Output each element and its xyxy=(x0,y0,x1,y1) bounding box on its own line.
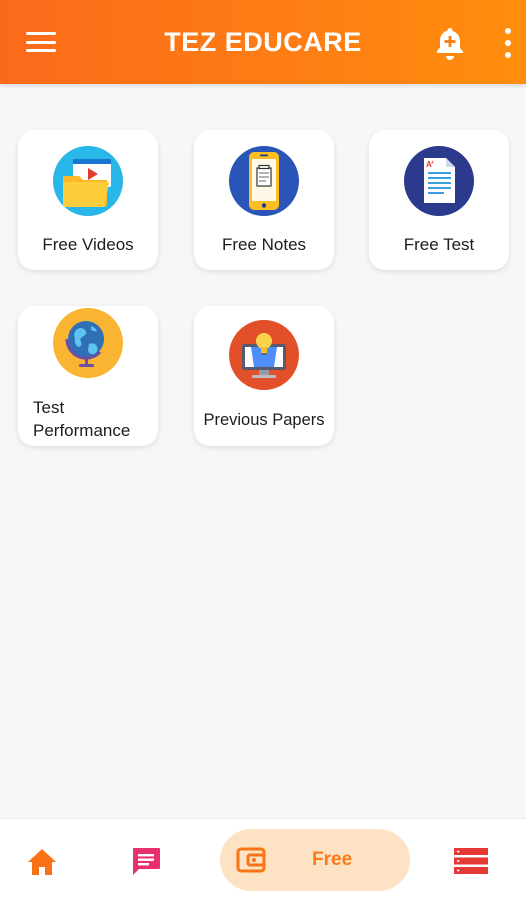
menu-bar xyxy=(26,40,56,44)
tile-free-videos[interactable]: Free Videos xyxy=(18,130,158,270)
tile-label: Previous Papers xyxy=(203,411,325,429)
dot xyxy=(505,40,511,46)
phone-notes-icon xyxy=(229,146,299,216)
free-label: Free xyxy=(312,849,353,870)
app-title: TEZ EDUCARE xyxy=(164,26,362,57)
nav-chat-button[interactable] xyxy=(130,845,162,877)
app-header: TEZ EDUCARE xyxy=(0,0,526,84)
tile-free-test[interactable]: A + Free Test xyxy=(369,130,509,270)
menu-bar xyxy=(26,49,56,52)
tile-label: Free Test xyxy=(403,235,475,254)
nav-free-button[interactable]: Free xyxy=(220,829,410,891)
nav-home-button[interactable] xyxy=(26,847,58,877)
home-icon xyxy=(28,849,56,875)
menu-bar xyxy=(26,32,56,35)
tile-test-performance[interactable]: Test Performance xyxy=(18,306,158,446)
nav-list-button[interactable] xyxy=(454,847,488,875)
bell-plus-icon xyxy=(437,28,463,60)
test-document-icon: A + xyxy=(404,146,474,216)
dot xyxy=(505,28,511,34)
tile-free-notes[interactable]: Free Notes xyxy=(194,130,334,270)
notification-bell-icon[interactable] xyxy=(434,26,466,60)
svg-text:+: + xyxy=(431,160,434,166)
tile-label: Free Videos xyxy=(42,235,134,254)
tile-label: Test Performance xyxy=(33,398,131,440)
tile-previous-papers[interactable]: Previous Papers xyxy=(194,306,334,446)
video-folder-icon xyxy=(53,146,123,216)
monitor-bulb-icon xyxy=(229,320,299,390)
globe-icon xyxy=(53,308,123,378)
chat-icon xyxy=(133,848,160,875)
bottom-navigation: Free xyxy=(0,818,526,900)
tile-label: Free Notes xyxy=(221,235,307,254)
menu-button[interactable] xyxy=(26,30,56,54)
list-icon xyxy=(454,848,488,874)
more-options-button[interactable] xyxy=(498,28,518,58)
wallet-icon xyxy=(236,847,266,873)
dot xyxy=(505,52,511,58)
